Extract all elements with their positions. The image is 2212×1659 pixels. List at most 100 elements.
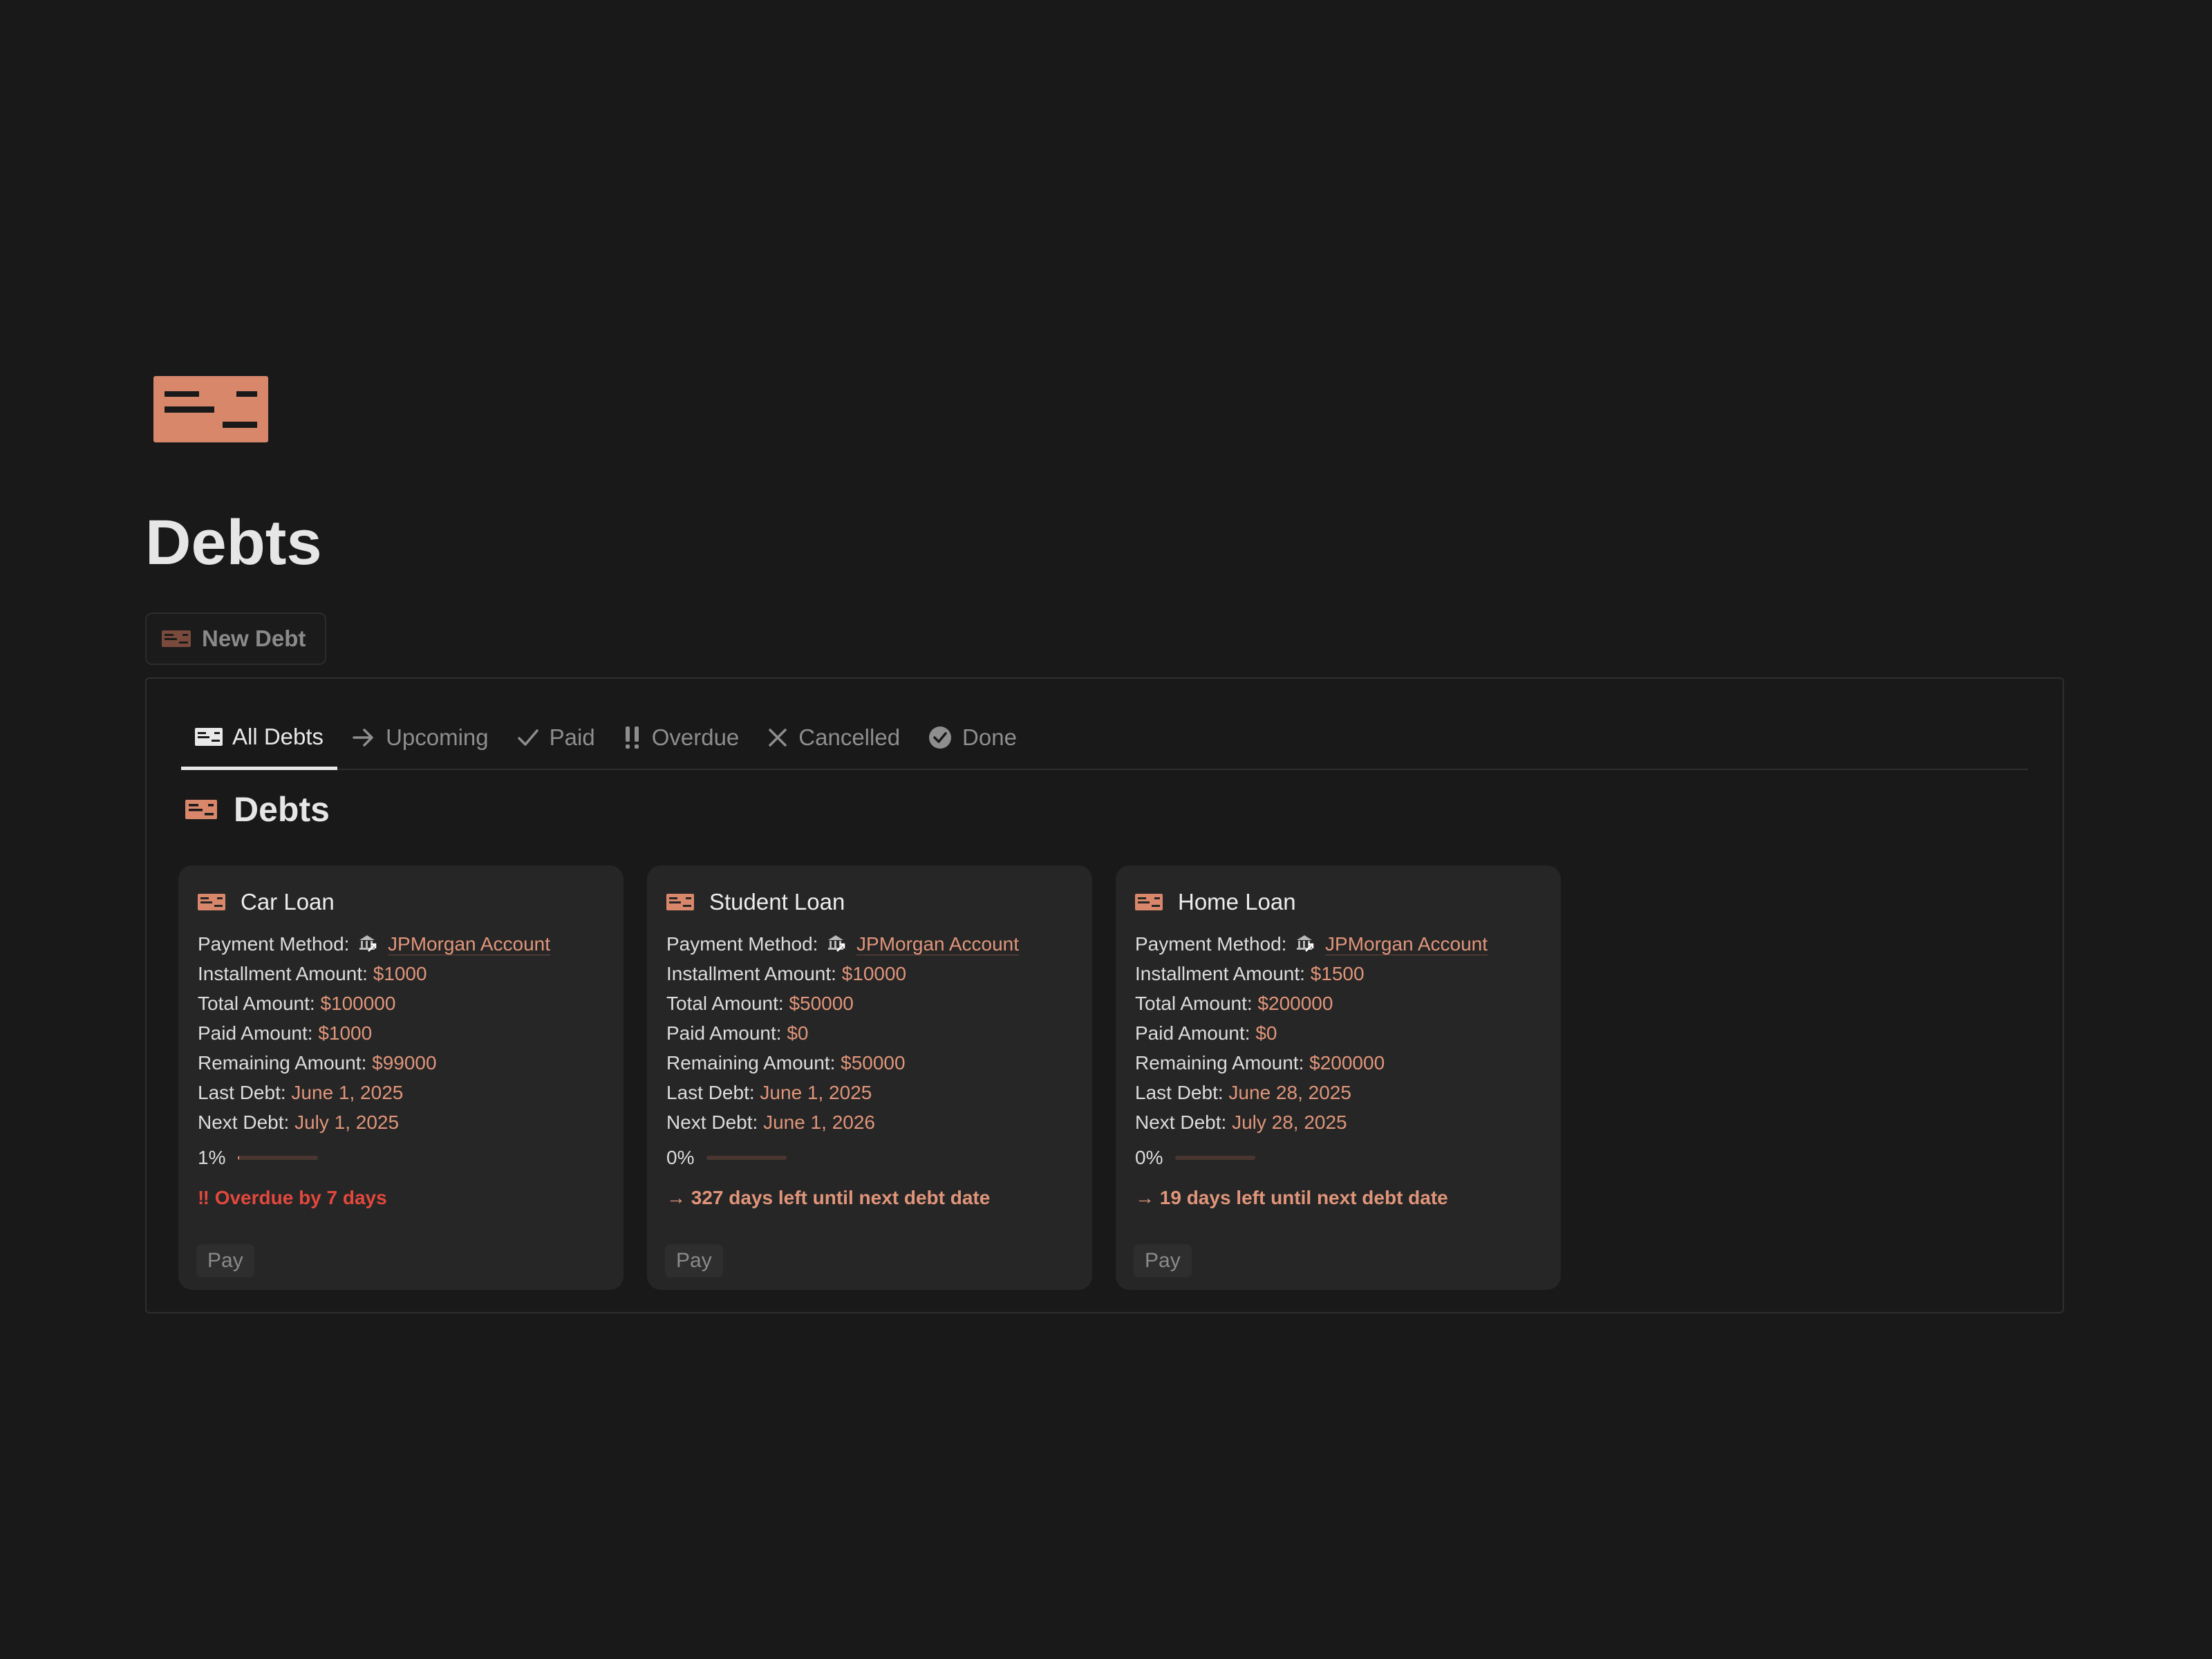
pay-button[interactable]: Pay <box>1134 1244 1192 1277</box>
arrow-right-icon <box>353 729 373 747</box>
debt-card-student-loan[interactable]: Student Loan Payment Method: JPMorgan Ac… <box>647 865 1092 1290</box>
prop-label: Installment Amount: <box>1135 963 1305 984</box>
prop-label: Last Debt: <box>666 1082 755 1103</box>
payment-method-link[interactable]: JPMorgan Account <box>388 933 551 955</box>
installment-row: Installment Amount: $1000 <box>198 959 604 988</box>
paid-value: $1000 <box>318 1022 373 1044</box>
prop-label: Installment Amount: <box>198 963 368 984</box>
progress-bar <box>238 1156 319 1160</box>
prop-label: Payment Method: <box>666 933 818 955</box>
card-title-text: Car Loan <box>241 889 335 915</box>
view-title-label: Debts <box>234 790 330 829</box>
last-debt-value: June 1, 2025 <box>760 1082 872 1103</box>
prop-label: Total Amount: <box>666 993 784 1014</box>
prop-label: Last Debt: <box>1135 1082 1224 1103</box>
installment-value: $1000 <box>373 963 427 984</box>
last-debt-row: Last Debt: June 28, 2025 <box>1135 1078 1541 1107</box>
last-debt-row: Last Debt: June 1, 2025 <box>198 1078 604 1107</box>
check-circle-icon <box>929 727 952 749</box>
installment-value: $10000 <box>841 963 907 984</box>
last-debt-row: Last Debt: June 1, 2025 <box>666 1078 1073 1107</box>
prop-label: Next Debt: <box>1135 1112 1227 1133</box>
debt-card-icon <box>153 376 268 442</box>
card-title-text: Home Loan <box>1178 889 1296 915</box>
total-row: Total Amount: $50000 <box>666 988 1073 1018</box>
bank-icon <box>1297 935 1314 952</box>
debt-card-home-loan[interactable]: Home Loan Payment Method: JPMorgan Accou… <box>1116 865 1561 1290</box>
tab-all-debts[interactable]: All Debts <box>181 706 338 770</box>
debt-card-car-loan[interactable]: Car Loan Payment Method: JPMorgan Accoun… <box>178 865 624 1290</box>
paid-value: $0 <box>787 1022 809 1044</box>
pay-button[interactable]: Pay <box>196 1244 254 1277</box>
progress-label: 0% <box>1135 1147 1163 1168</box>
next-debt-row: Next Debt: July 1, 2025 <box>198 1107 604 1137</box>
next-debt-row: Next Debt: June 1, 2026 <box>666 1107 1073 1137</box>
debt-card-icon <box>195 727 223 746</box>
bank-icon <box>359 935 377 952</box>
status-text: → 327 days left until next debt date <box>666 1187 991 1208</box>
paid-row: Paid Amount: $1000 <box>198 1018 604 1048</box>
check-icon <box>517 729 538 746</box>
view-title: Debts <box>185 789 330 830</box>
paid-row: Paid Amount: $0 <box>1135 1018 1541 1048</box>
debt-card-icon <box>666 894 694 910</box>
payment-method-link[interactable]: JPMorgan Account <box>856 933 1020 955</box>
payment-method-link[interactable]: JPMorgan Account <box>1325 933 1488 955</box>
prop-label: Total Amount: <box>1135 993 1253 1014</box>
debt-card-icon <box>1135 894 1163 910</box>
progress-row: 0% <box>1135 1144 1541 1172</box>
installment-row: Installment Amount: $1500 <box>1135 959 1541 988</box>
pay-button[interactable]: Pay <box>665 1244 723 1277</box>
prop-label: Payment Method: <box>1135 933 1287 955</box>
progress-row: 0% <box>666 1144 1073 1172</box>
remaining-row: Remaining Amount: $99000 <box>198 1048 604 1078</box>
debt-cards: Car Loan Payment Method: JPMorgan Accoun… <box>178 865 1561 1290</box>
progress-bar <box>706 1156 787 1160</box>
next-debt-value: July 28, 2025 <box>1232 1112 1347 1133</box>
progress-row: 1% <box>198 1144 604 1172</box>
new-debt-button[interactable]: New Debt <box>145 612 326 665</box>
bank-icon <box>828 935 845 952</box>
last-debt-value: June 28, 2025 <box>1228 1082 1351 1103</box>
total-value: $200000 <box>1257 993 1333 1014</box>
status-text: ‼ Overdue by 7 days <box>198 1187 387 1208</box>
last-debt-value: June 1, 2025 <box>291 1082 404 1103</box>
progress-bar <box>1175 1156 1256 1160</box>
remaining-value: $50000 <box>841 1052 906 1074</box>
tab-cancelled[interactable]: Cancelled <box>753 706 914 769</box>
next-debt-row: Next Debt: July 28, 2025 <box>1135 1107 1541 1137</box>
total-row: Total Amount: $200000 <box>1135 988 1541 1018</box>
remaining-value: $200000 <box>1309 1052 1385 1074</box>
paid-row: Paid Amount: $0 <box>666 1018 1073 1048</box>
total-row: Total Amount: $100000 <box>198 988 604 1018</box>
card-title-text: Student Loan <box>709 889 845 915</box>
prop-label: Paid Amount: <box>1135 1022 1250 1044</box>
card-title: Home Loan <box>1135 886 1541 918</box>
remaining-value: $99000 <box>372 1052 437 1074</box>
tab-label: Overdue <box>651 724 740 750</box>
installment-value: $1500 <box>1310 963 1365 984</box>
payment-method-row: Payment Method: JPMorgan Account <box>1135 929 1541 959</box>
remaining-row: Remaining Amount: $200000 <box>1135 1048 1541 1078</box>
card-title: Car Loan <box>198 886 604 918</box>
view-tabs: All Debts Upcoming Paid Overdue Cancelle… <box>181 706 2028 770</box>
debts-database-panel: All Debts Upcoming Paid Overdue Cancelle… <box>145 677 2064 1313</box>
total-value: $100000 <box>320 993 396 1014</box>
payment-method-row: Payment Method: JPMorgan Account <box>198 929 604 959</box>
progress-label: 1% <box>198 1147 226 1168</box>
prop-label: Paid Amount: <box>666 1022 782 1044</box>
paid-value: $0 <box>1255 1022 1277 1044</box>
prop-label: Next Debt: <box>198 1112 290 1133</box>
next-debt-value: June 1, 2026 <box>763 1112 875 1133</box>
tab-upcoming[interactable]: Upcoming <box>337 706 503 769</box>
prop-label: Remaining Amount: <box>198 1052 367 1074</box>
tab-label: Upcoming <box>386 724 489 750</box>
tab-label: All Debts <box>232 723 324 749</box>
tab-paid[interactable]: Paid <box>503 706 609 769</box>
progress-label: 0% <box>666 1147 695 1168</box>
remaining-row: Remaining Amount: $50000 <box>666 1048 1073 1078</box>
card-title: Student Loan <box>666 886 1073 918</box>
tab-done[interactable]: Done <box>914 706 1031 769</box>
prop-label: Remaining Amount: <box>666 1052 836 1074</box>
tab-overdue[interactable]: Overdue <box>609 706 753 769</box>
